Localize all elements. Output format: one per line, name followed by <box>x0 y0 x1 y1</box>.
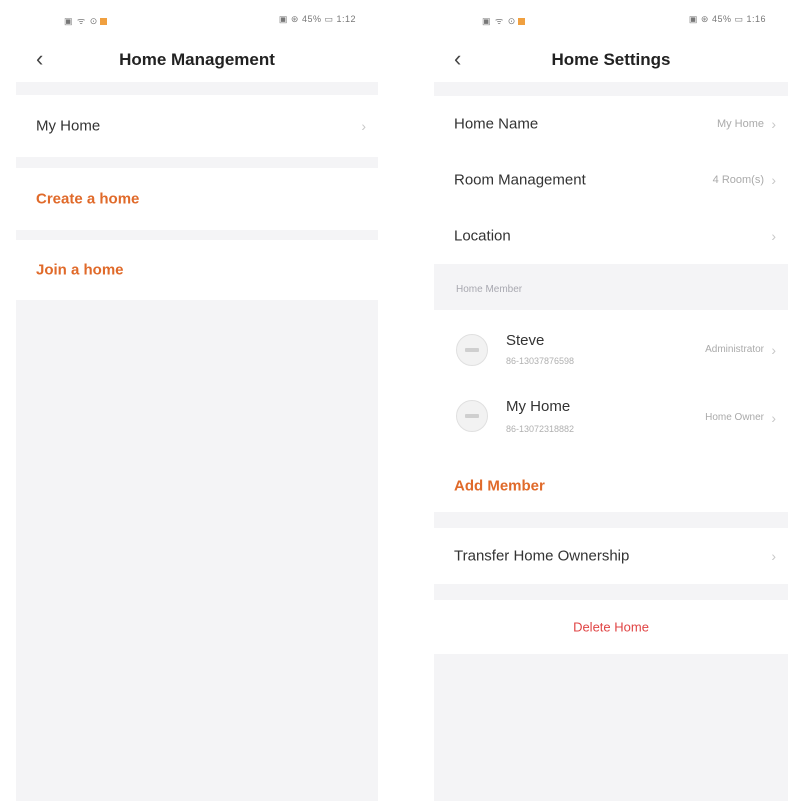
status-left: ▣ ᯤ ⊙ <box>64 14 108 27</box>
chevron-right-icon: › <box>771 548 776 564</box>
transfer-ownership-label: Transfer Home Ownership <box>454 547 630 565</box>
chevron-right-icon: › <box>771 172 776 188</box>
member-name: My Home <box>506 398 571 415</box>
home-settings-screen: ▣ ᯤ ⊙ ▣ ⊛ 45% ▭ 1:16 ‹ Home Settings Hom… <box>434 0 788 801</box>
status-right: ▣ ⊛ 45% ▭ 1:12 <box>278 14 356 24</box>
home-name-value: My Home <box>716 118 764 130</box>
home-name-label: My Home <box>36 117 101 135</box>
member-role: Administrator <box>705 344 764 355</box>
location-row[interactable]: Location › <box>434 208 788 264</box>
member-row-steve[interactable]: Steve 86-13037876598 Administrator › <box>434 316 788 380</box>
create-home-button[interactable]: Create a home <box>16 168 378 230</box>
avatar-icon <box>456 334 488 366</box>
chevron-right-icon: › <box>771 410 776 426</box>
member-row-my-home[interactable]: My Home 86-13072318882 Home Owner › <box>434 386 788 450</box>
nav-bar: ‹ Home Management <box>16 40 378 82</box>
add-member-button[interactable]: Add Member <box>434 460 788 512</box>
delete-home-label: Delete Home <box>573 619 649 635</box>
status-bar: ▣ ᯤ ⊙ ▣ ⊛ 45% ▭ 1:16 <box>434 0 788 40</box>
page-title: Home Management <box>119 50 275 69</box>
transfer-ownership-row[interactable]: Transfer Home Ownership › <box>434 528 788 584</box>
chevron-right-icon: › <box>771 228 776 244</box>
join-home-button[interactable]: Join a home <box>16 240 378 300</box>
room-management-label: Room Management <box>454 171 586 189</box>
chevron-right-icon: › <box>361 118 366 134</box>
member-id: 86-13072318882 <box>506 424 575 434</box>
create-home-label: Create a home <box>36 190 140 208</box>
home-member-section-header: Home Member <box>456 284 523 295</box>
status-bar: ▣ ᯤ ⊙ ▣ ⊛ 45% ▭ 1:12 <box>16 0 378 40</box>
member-role: Home Owner <box>705 412 764 423</box>
join-home-label: Join a home <box>36 261 124 279</box>
room-count-value: 4 Room(s) <box>712 174 764 186</box>
chevron-right-icon: › <box>771 342 776 358</box>
page-title: Home Settings <box>551 50 671 69</box>
chevron-right-icon: › <box>771 116 776 132</box>
home-name-label: Home Name <box>454 115 539 133</box>
avatar-icon <box>456 400 488 432</box>
home-list-item-my-home[interactable]: My Home › <box>16 95 378 157</box>
home-management-screen: ▣ ᯤ ⊙ ▣ ⊛ 45% ▭ 1:12 ‹ Home Management M… <box>16 0 378 801</box>
member-name: Steve <box>506 332 545 349</box>
nav-bar: ‹ Home Settings <box>434 40 788 82</box>
location-label: Location <box>454 227 511 245</box>
room-management-row[interactable]: Room Management 4 Room(s) › <box>434 152 788 208</box>
member-id: 86-13037876598 <box>506 356 575 366</box>
home-name-row[interactable]: Home Name My Home › <box>434 96 788 152</box>
delete-home-button[interactable]: Delete Home <box>434 600 788 654</box>
status-left: ▣ ᯤ ⊙ <box>482 14 526 27</box>
member-list: Steve 86-13037876598 Administrator › My … <box>434 310 788 460</box>
add-member-label: Add Member <box>454 477 545 495</box>
status-right: ▣ ⊛ 45% ▭ 1:16 <box>688 14 766 24</box>
